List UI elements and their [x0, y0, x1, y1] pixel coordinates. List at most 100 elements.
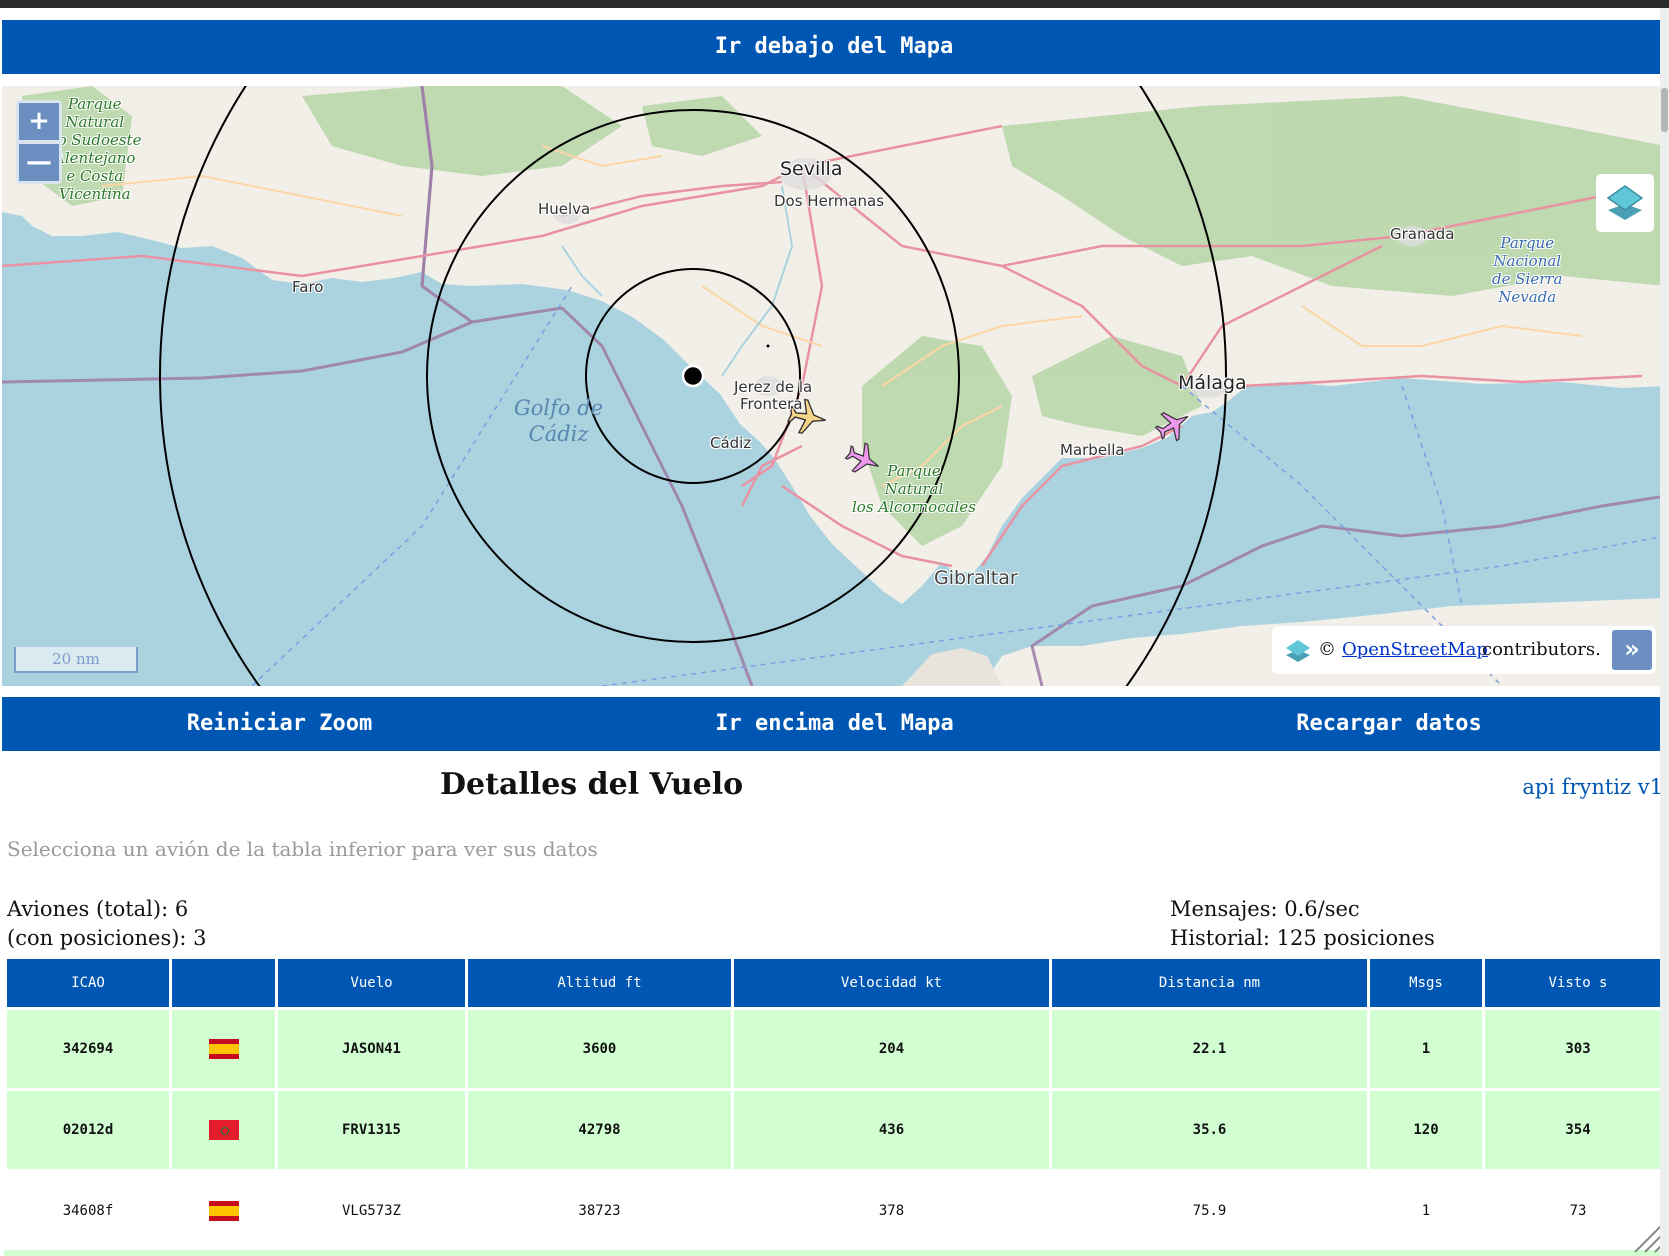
zoom-out-button[interactable]: —	[19, 144, 59, 181]
cell-msgs: 1	[1370, 1010, 1482, 1088]
airplane-icon[interactable]	[1154, 406, 1192, 444]
park-alc-line: Natural	[884, 480, 944, 498]
spain-flag-icon	[208, 1039, 239, 1059]
map-scale: 20 nm	[14, 647, 138, 673]
park-alc-line: los Alcornocales	[852, 498, 976, 516]
table-row-partial	[4, 1250, 1664, 1256]
layers-icon	[1286, 640, 1310, 662]
spain-flag-icon	[208, 1201, 239, 1221]
cell-seen: 354	[1485, 1091, 1669, 1169]
park-sw-line: Vicentina	[58, 185, 131, 203]
park-sw-line: Alentejano	[54, 149, 136, 167]
map-label-jerez-2: Frontera	[740, 395, 803, 413]
cell-flag	[172, 1010, 275, 1088]
map-label-huelva: Huelva	[538, 200, 591, 218]
cell-altitude: 38723	[468, 1172, 731, 1250]
cell-distance: 35.6	[1052, 1091, 1367, 1169]
morocco-flag-icon	[208, 1120, 239, 1140]
selection-hint: Selecciona un avión de la tabla inferior…	[7, 837, 598, 861]
table-row[interactable]: 34608f VLG573Z 38723 378 75.9 1 73	[7, 1172, 1669, 1250]
map-label-malaga: Málaga	[1178, 372, 1247, 394]
total-aircraft: Aviones (total): 6	[7, 897, 189, 921]
park-sw-line: Parque	[67, 95, 122, 113]
cell-distance: 22.1	[1052, 1010, 1367, 1088]
map-label-granada: Granada	[1390, 225, 1455, 243]
map-view[interactable]: Sevilla Dos Hermanas Huelva Faro Granada…	[2, 86, 1666, 686]
cell-altitude: 42798	[468, 1091, 731, 1169]
cell-flight: VLG573Z	[278, 1172, 465, 1250]
cell-msgs: 1	[1370, 1172, 1482, 1250]
top-nav-bar: Ir debajo del Mapa	[2, 20, 1666, 74]
window-top-strip	[0, 0, 1669, 8]
zoom-control: + —	[16, 100, 62, 184]
api-link[interactable]: api fryntiz v1	[1522, 775, 1663, 799]
go-below-map-button[interactable]: Ir debajo del Mapa	[2, 20, 1666, 74]
scrollbar-thumb[interactable]	[1661, 88, 1668, 132]
receiver-dot-icon	[681, 364, 705, 388]
park-sw-line: e Costa	[66, 167, 124, 185]
vertical-scrollbar[interactable]	[1660, 8, 1669, 1256]
attribution-expand-button[interactable]: »	[1612, 630, 1652, 670]
map-label-jerez: Jerez de la	[734, 378, 813, 396]
go-above-map-button[interactable]: Ir encima del Mapa	[557, 697, 1112, 751]
cell-flag	[172, 1172, 275, 1250]
cell-speed: 436	[734, 1091, 1049, 1169]
table-header-row: ICAO Vuelo Altitud ft Velocidad kt Dista…	[7, 959, 1669, 1007]
cell-speed: 378	[734, 1172, 1049, 1250]
golfo-line-2: Cádiz	[528, 422, 589, 446]
col-header-icao[interactable]: ICAO	[7, 959, 169, 1007]
park-ne-line: Nacional	[1493, 252, 1562, 270]
col-header-flight[interactable]: Vuelo	[278, 959, 465, 1007]
zoom-in-button[interactable]: +	[19, 103, 59, 140]
park-ne-line: de Sierra	[1492, 270, 1563, 288]
flight-details-title: Detalles del Vuelo	[440, 767, 744, 802]
openstreetmap-link[interactable]: OpenStreetMap	[1342, 639, 1488, 660]
copyright-symbol: ©	[1318, 639, 1336, 660]
col-header-altitude[interactable]: Altitud ft	[468, 959, 731, 1007]
cell-altitude: 3600	[468, 1010, 731, 1088]
map-label-park-sudoeste: Parque Natural do Sudoeste Alentejano e …	[48, 95, 141, 203]
map-label-park-alcornocales: Parque Natural los Alcornocales	[852, 462, 976, 516]
cell-seen: 303	[1485, 1010, 1669, 1088]
cell-distance: 75.9	[1052, 1172, 1367, 1250]
attribution-text: contributors.	[1482, 639, 1601, 660]
map-label-cadiz: Cádiz	[710, 434, 752, 452]
map-label-marbella: Marbella	[1060, 441, 1125, 459]
col-header-distance[interactable]: Distancia nm	[1052, 959, 1367, 1007]
layers-icon	[1606, 185, 1644, 220]
bottom-nav-bar: Reiniciar Zoom Ir encima del Mapa Recarg…	[2, 697, 1666, 751]
cell-icao: 02012d	[7, 1091, 169, 1169]
park-ne-line: Parque	[1500, 234, 1555, 252]
aircraft-with-positions: (con posiciones): 3	[7, 926, 207, 950]
cell-icao: 342694	[7, 1010, 169, 1088]
reset-zoom-button[interactable]: Reiniciar Zoom	[2, 697, 557, 751]
park-sw-line: do Sudoeste	[48, 131, 142, 149]
park-ne-line: Nevada	[1498, 288, 1557, 306]
cell-flag	[172, 1091, 275, 1169]
aircraft-table: ICAO Vuelo Altitud ft Velocidad kt Dista…	[4, 956, 1669, 1253]
map-attribution: © OpenStreetMap contributors. »	[1272, 626, 1656, 674]
map-label-faro: Faro	[292, 278, 324, 296]
map-label-park-sierra-nevada: Parque Nacional de Sierra Nevada	[1492, 234, 1562, 306]
park-alc-line: Parque	[887, 462, 941, 480]
cell-speed: 204	[734, 1010, 1049, 1088]
message-rate: Mensajes: 0.6/sec	[1170, 897, 1360, 921]
cell-flight: JASON41	[278, 1010, 465, 1088]
map-label-sevilla: Sevilla	[780, 158, 843, 180]
history-count: Historial: 125 posiciones	[1170, 926, 1435, 950]
map-label-gibraltar: Gibraltar	[934, 567, 1018, 589]
col-header-flag[interactable]	[172, 959, 275, 1007]
map-label-golfo-de-cadiz: Golfo de Cádiz	[514, 395, 603, 447]
col-header-seen[interactable]: Visto s	[1485, 959, 1669, 1007]
golfo-line-1: Golfo de	[514, 396, 604, 420]
table-row[interactable]: 02012d FRV1315 42798 436 35.6 120 354	[7, 1091, 1669, 1169]
map-label-dos-hermanas: Dos Hermanas	[774, 192, 885, 210]
park-sw-line: Natural	[65, 113, 125, 131]
layer-switcher-button[interactable]	[1596, 174, 1654, 232]
cell-msgs: 120	[1370, 1091, 1482, 1169]
reload-data-button[interactable]: Recargar datos	[1112, 697, 1666, 751]
table-row[interactable]: 342694 JASON41 3600 204 22.1 1 303	[7, 1010, 1669, 1088]
cell-flight: FRV1315	[278, 1091, 465, 1169]
col-header-speed[interactable]: Velocidad kt	[734, 959, 1049, 1007]
col-header-msgs[interactable]: Msgs	[1370, 959, 1482, 1007]
